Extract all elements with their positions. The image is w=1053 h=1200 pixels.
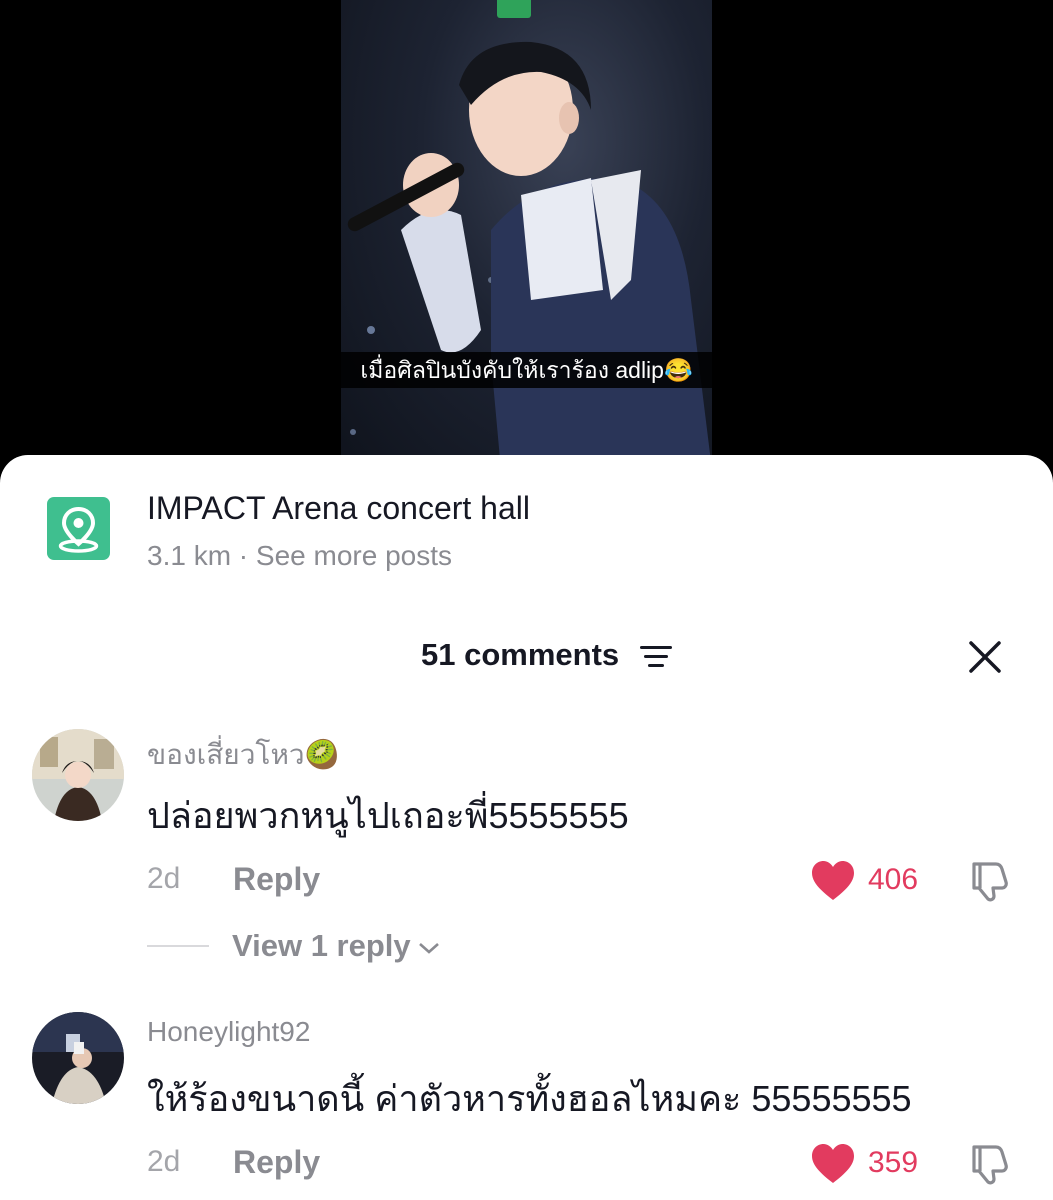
video-frame[interactable] (341, 0, 712, 470)
heart-icon[interactable] (810, 1143, 856, 1185)
comment-username[interactable]: ของเสี่ยวโหว🥝 (147, 733, 340, 777)
filter-icon[interactable] (640, 645, 674, 669)
exit-sign (497, 0, 531, 18)
comment-time: 2d (147, 1145, 181, 1178)
avatar[interactable] (32, 1012, 124, 1104)
like-count: 359 (868, 1146, 919, 1179)
dislike-icon[interactable] (966, 1141, 1012, 1187)
location-subtitle[interactable]: 3.1 km · See more posts (147, 540, 452, 572)
reply-button[interactable]: Reply (233, 1144, 320, 1181)
replies-divider (147, 945, 209, 947)
reply-button[interactable]: Reply (233, 861, 320, 898)
view-replies-label: View 1 reply (232, 928, 411, 963)
like-count: 406 (868, 863, 919, 896)
comments-count: 51 comments (421, 637, 620, 672)
heart-icon[interactable] (810, 860, 856, 902)
comment-time: 2d (147, 862, 181, 895)
view-replies-button[interactable]: View 1 reply (232, 928, 441, 964)
location-title[interactable]: IMPACT Arena concert hall (147, 490, 530, 527)
comment-text: ปล่อยพวกหนูไปเถอะพี่5555555 (147, 795, 629, 836)
video-singer-image (347, 41, 712, 470)
avatar[interactable] (32, 729, 124, 821)
close-icon[interactable] (965, 637, 1005, 677)
chevron-down-icon (418, 942, 439, 954)
video-caption: เมื่อศิลปินบังคับให้เราร้อง adlip😂 (341, 352, 712, 388)
comment-username[interactable]: Honeylight92 (147, 1016, 310, 1048)
video-player[interactable]: เมื่อศิลปินบังคับให้เราร้อง adlip😂 (0, 0, 1053, 470)
dislike-icon[interactable] (966, 858, 1012, 904)
comment-text: ให้ร้องขนาดนี้ ค่าตัวหารทั้งฮอลไหมคะ 555… (147, 1078, 912, 1119)
map-pin-icon[interactable] (47, 497, 110, 560)
